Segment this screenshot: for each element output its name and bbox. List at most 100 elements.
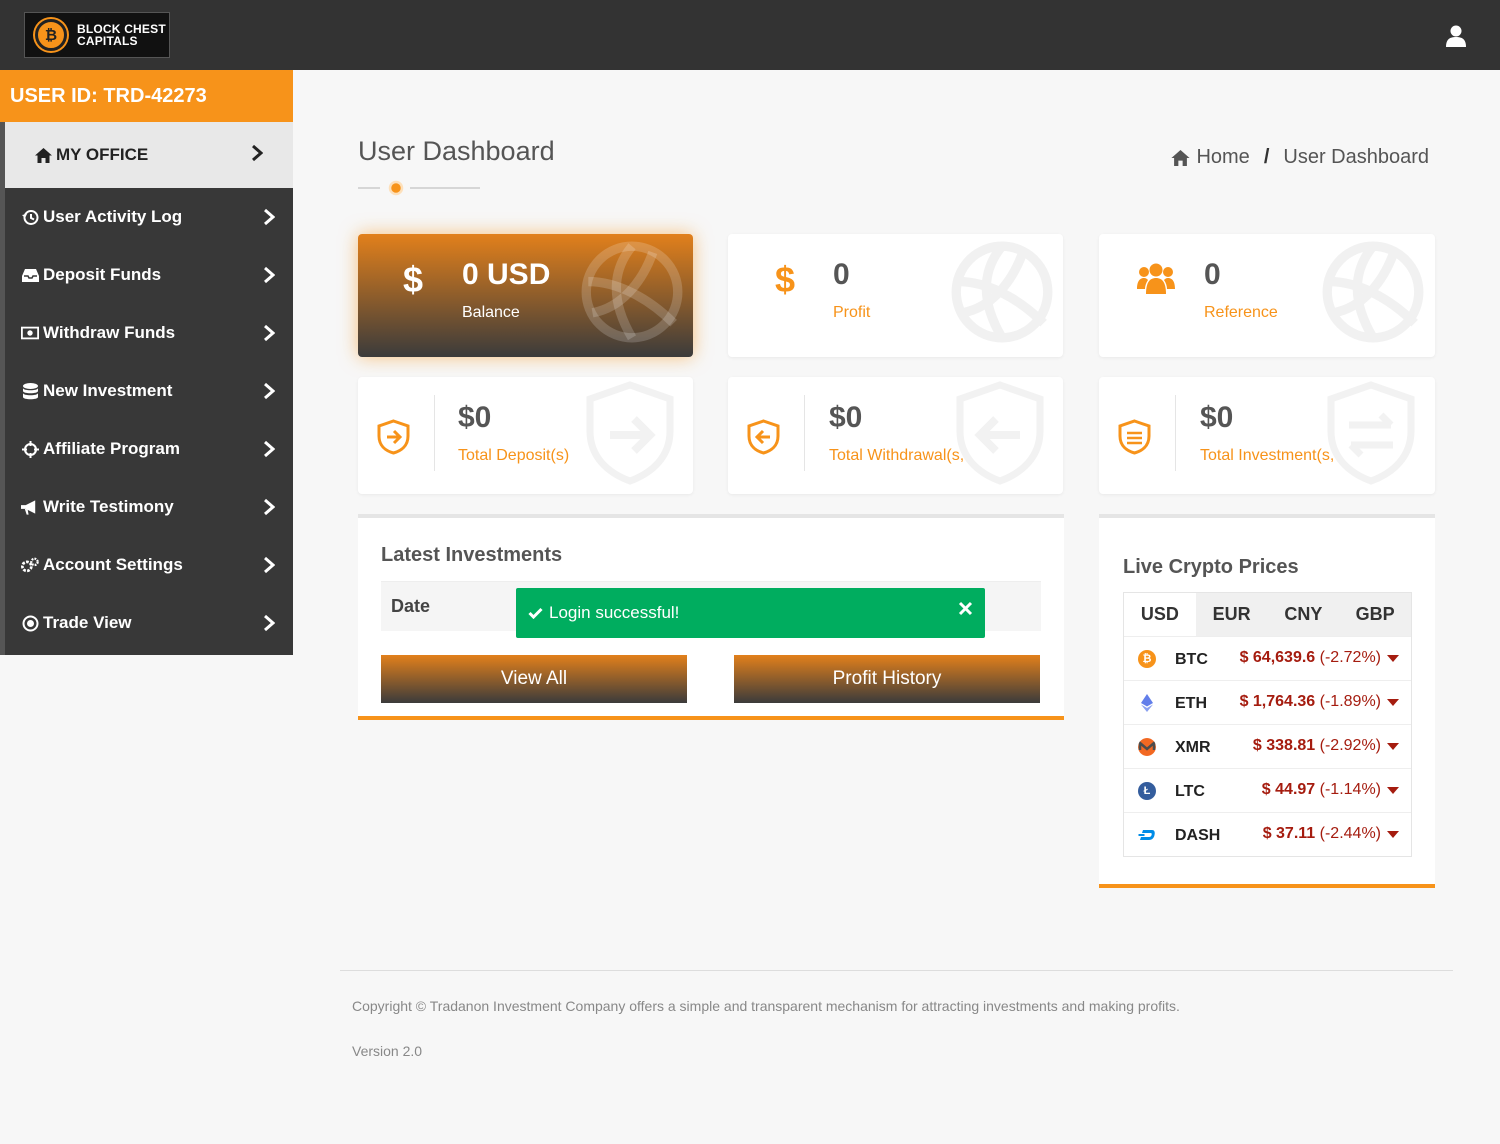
total-investments-value: $0 (1200, 401, 1234, 434)
caret-down-icon (1387, 831, 1399, 838)
live-crypto-title: Live Crypto Prices (1123, 556, 1299, 578)
chevron-right-icon (264, 556, 275, 574)
chevron-right-icon (264, 440, 275, 458)
reference-value: 0 (1204, 258, 1221, 291)
history-icon (21, 208, 39, 226)
balance-label: Balance (462, 304, 520, 321)
sidebar-item-deposit-funds[interactable]: Deposit Funds (5, 246, 293, 304)
chevron-right-icon (264, 382, 275, 400)
litecoin-icon: Ł (1138, 782, 1156, 800)
sidebar-item-account-settings[interactable]: Account Settings (5, 536, 293, 594)
coin-symbol: XMR (1175, 739, 1211, 756)
crypto-row-xmr[interactable]: XMR $ 338.81 (-2.92%) (1124, 724, 1411, 768)
coin-price: $ 64,639.6 (-2.72%) (1240, 649, 1381, 667)
sidebar-item-label: Account Settings (43, 555, 183, 574)
sidebar-item-label: MY OFFICE (56, 145, 149, 164)
coin-price-change: (-1.89%) (1319, 693, 1381, 710)
card-divider (434, 395, 435, 471)
card-divider (1175, 395, 1176, 471)
inbox-icon (21, 266, 39, 284)
sidebar-item-label: Write Testimony (43, 497, 174, 516)
reference-label: Reference (1204, 304, 1278, 321)
caret-down-icon (1387, 743, 1399, 750)
sidebar-item-affiliate-program[interactable]: Affiliate Program (5, 420, 293, 478)
caret-down-icon (1387, 655, 1399, 662)
chevron-right-icon (264, 614, 275, 632)
top-bar: ₿ BLOCK CHEST CAPITALS (0, 0, 1500, 70)
crypto-row-btc[interactable]: ₿ BTC $ 64,639.6 (-2.72%) (1124, 636, 1411, 680)
ethereum-icon (1141, 694, 1153, 712)
total-withdrawals-value: $0 (829, 401, 863, 434)
sidebar-item-trade-view[interactable]: Trade View (5, 594, 293, 652)
currency-tabs: USD EUR CNY GBP (1124, 593, 1411, 636)
logo-text: BLOCK CHEST CAPITALS (77, 23, 166, 47)
tab-gbp[interactable]: GBP (1339, 593, 1411, 636)
profit-value: 0 (833, 258, 850, 291)
close-icon[interactable] (958, 601, 973, 616)
dash-icon (1138, 830, 1155, 840)
shield-arrow-left-icon (747, 419, 780, 455)
shield-arrow-right-icon (377, 419, 410, 455)
volleyball-icon (1322, 241, 1424, 343)
crosshair-icon (21, 440, 39, 458)
breadcrumb: Home / User Dashboard (1171, 146, 1429, 169)
balance-card: $ 0 USD Balance (358, 234, 693, 357)
brand-logo[interactable]: ₿ BLOCK CHEST CAPITALS (24, 12, 170, 58)
crypto-row-eth[interactable]: ETH $ 1,764.36 (-1.89%) (1124, 680, 1411, 724)
footer-version: Version 2.0 (352, 1043, 423, 1059)
user-icon[interactable] (1446, 25, 1466, 47)
dot-circle-icon (21, 614, 39, 632)
coin-symbol: BTC (1175, 651, 1208, 668)
sidebar-item-label: User Activity Log (43, 207, 183, 226)
footer-divider (340, 970, 1453, 971)
tab-usd[interactable]: USD (1124, 593, 1196, 636)
coin-price: $ 44.97 (-1.14%) (1262, 781, 1381, 799)
home-icon (1171, 149, 1191, 166)
coin-price-value: $ 37.11 (1262, 825, 1316, 842)
sidebar-item-my-office[interactable]: MY OFFICE (5, 122, 293, 188)
view-all-button[interactable]: View All (381, 655, 687, 703)
reference-card: 0 Reference (1099, 234, 1435, 357)
footer-copyright: Copyright © Tradanon Investment Company … (352, 998, 1180, 1014)
logo-line2: CAPITALS (77, 34, 138, 48)
chevron-right-icon (264, 266, 275, 284)
sidebar-item-user-activity-log[interactable]: User Activity Log (5, 188, 293, 246)
breadcrumb-home-link[interactable]: Home (1196, 146, 1249, 169)
dollar-icon: $ (774, 259, 796, 300)
coin-symbol: DASH (1175, 827, 1221, 844)
sidebar-item-label: Deposit Funds (43, 265, 162, 284)
sidebar-item-write-testimony[interactable]: Write Testimony (5, 478, 293, 536)
total-withdrawals-card: $0 Total Withdrawal(s, (728, 377, 1063, 494)
tab-eur[interactable]: EUR (1196, 593, 1268, 636)
volleyball-icon (951, 241, 1053, 343)
crypto-row-dash[interactable]: DASH $ 37.11 (-2.44%) (1124, 812, 1411, 856)
volleyball-icon (581, 241, 683, 343)
dollar-icon: $ (402, 259, 424, 300)
bullhorn-icon (21, 498, 39, 516)
tab-cny[interactable]: CNY (1268, 593, 1340, 636)
title-underline-decoration (358, 180, 480, 196)
profit-history-button[interactable]: Profit History (734, 655, 1040, 703)
coin-price-change: (-2.92%) (1319, 737, 1381, 754)
total-deposits-card: $0 Total Deposit(s) (358, 377, 693, 494)
balance-value: 0 USD (462, 258, 551, 291)
coin-price: $ 37.11 (-2.44%) (1263, 825, 1381, 843)
login-success-toast: Login successful! (516, 588, 985, 638)
crypto-row-ltc[interactable]: Ł LTC $ 44.97 (-1.14%) (1124, 768, 1411, 812)
breadcrumb-current: User Dashboard (1283, 146, 1429, 168)
sidebar-item-withdraw-funds[interactable]: Withdraw Funds (5, 304, 293, 362)
coin-symbol: ETH (1175, 695, 1207, 712)
column-header-date: Date (391, 596, 431, 616)
profit-card: $ 0 Profit (728, 234, 1063, 357)
sidebar-item-label: Trade View (43, 613, 132, 632)
breadcrumb-separator: / (1263, 146, 1270, 168)
total-withdrawals-label: Total Withdrawal(s, (829, 447, 965, 464)
bitcoin-icon: ₿ (35, 19, 67, 51)
shield-exchange-icon (1327, 381, 1415, 485)
shield-arrow-right-icon (586, 381, 674, 485)
sidebar-item-new-investment[interactable]: New Investment (5, 362, 293, 420)
latest-investments-title: Latest Investments (381, 544, 563, 566)
shield-arrow-left-icon (956, 381, 1044, 485)
coin-symbol: LTC (1175, 783, 1205, 800)
coin-price-value: $ 1,764.36 (1239, 693, 1316, 710)
